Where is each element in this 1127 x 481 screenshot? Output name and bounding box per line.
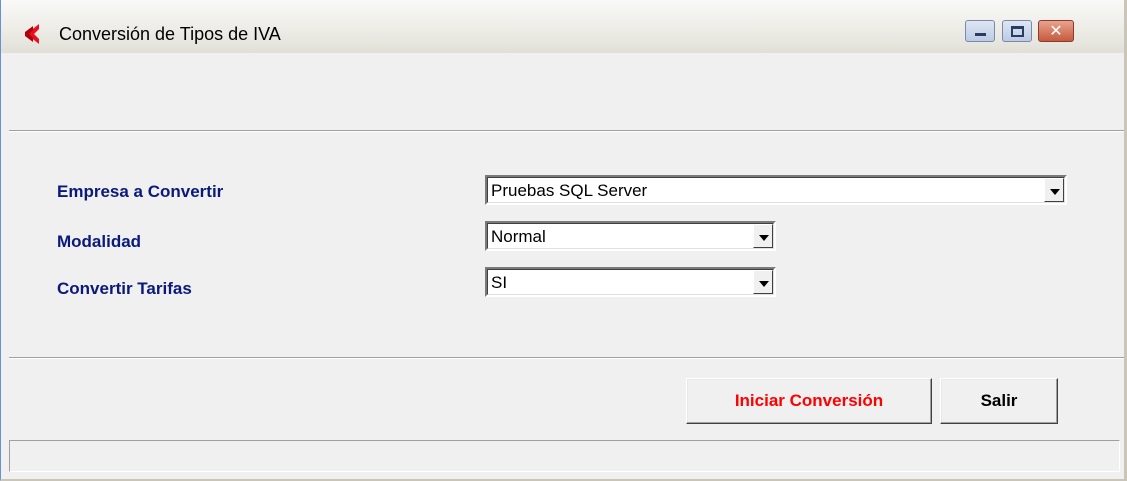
maximize-button[interactable] — [1002, 20, 1032, 42]
title-bar[interactable]: Conversión de Tipos de IVA ✕ — [1, 0, 1124, 53]
start-conversion-button[interactable]: Iniciar Conversión — [686, 378, 932, 424]
empresa-select[interactable]: Pruebas SQL Server — [485, 175, 1067, 205]
close-icon: ✕ — [1049, 21, 1063, 40]
modalidad-value: Normal — [491, 227, 546, 246]
conversion-window: Conversión de Tipos de IVA ✕ Empresa a C… — [0, 0, 1127, 481]
tarifas-select[interactable]: SI — [485, 267, 776, 297]
app-icon — [25, 24, 39, 44]
minimize-icon — [975, 33, 986, 36]
modalidad-select[interactable]: Normal — [485, 221, 776, 251]
tarifas-label: Convertir Tarifas — [57, 279, 192, 298]
minimize-button[interactable] — [965, 20, 995, 42]
top-divider — [9, 130, 1124, 132]
toolbar-area — [9, 53, 1124, 129]
empresa-label: Empresa a Convertir — [57, 182, 224, 201]
empresa-value: Pruebas SQL Server — [491, 181, 648, 200]
tarifas-value: SI — [491, 273, 508, 292]
maximize-icon — [1011, 26, 1024, 37]
chevron-down-icon[interactable] — [1044, 178, 1064, 202]
modalidad-label: Modalidad — [57, 232, 142, 251]
window-title: Conversión de Tipos de IVA — [59, 24, 281, 44]
bottom-divider — [9, 357, 1124, 359]
exit-button[interactable]: Salir — [940, 378, 1058, 424]
chevron-down-icon[interactable] — [753, 224, 773, 248]
status-bar — [9, 440, 1120, 472]
chevron-down-icon[interactable] — [753, 270, 773, 294]
close-button[interactable]: ✕ — [1038, 20, 1074, 42]
